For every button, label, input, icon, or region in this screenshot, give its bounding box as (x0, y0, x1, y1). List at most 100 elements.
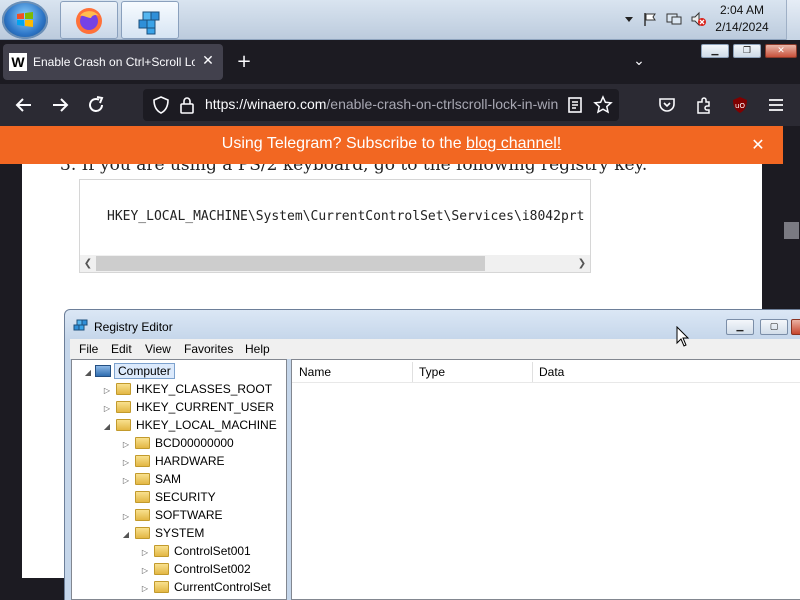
minimize-icon: ▁ (736, 322, 744, 332)
tree-node-label: HKEY_LOCAL_MACHINE (136, 418, 277, 432)
expand-arrow-icon[interactable]: ▷ (140, 580, 150, 598)
column-divider[interactable] (412, 362, 413, 382)
start-button[interactable] (2, 1, 48, 39)
menu-help[interactable]: Help (245, 342, 270, 356)
restore-button[interactable]: ❐ (733, 44, 761, 58)
tree-node-label: ControlSet002 (174, 562, 251, 576)
folder-icon (116, 401, 131, 413)
back-arrow-icon (15, 98, 31, 112)
collapse-arrow-icon[interactable]: ◢ (83, 364, 93, 382)
tree-node[interactable]: ▷ SOFTWARE (121, 506, 223, 524)
regedit-minimize-button[interactable]: ▁ (726, 319, 754, 335)
registry-editor-title: Registry Editor (94, 320, 173, 334)
tree-node[interactable]: ▷ CurrentControlSet (140, 578, 271, 596)
tree-node-label: HKEY_CLASSES_ROOT (136, 382, 273, 396)
tree-node-label: SOFTWARE (155, 508, 223, 522)
notification-text: Using Telegram? Subscribe to the blog ch… (0, 135, 783, 153)
folder-icon (135, 455, 150, 467)
tree-node[interactable]: ◢ HKEY_LOCAL_MACHINE (102, 416, 277, 434)
column-header-name[interactable]: Name (299, 362, 331, 382)
close-icon: ✕ (777, 46, 785, 56)
reader-view-icon[interactable] (565, 95, 585, 115)
restore-icon: ❐ (742, 46, 752, 56)
notification-message: Using Telegram? Subscribe to the (221, 135, 467, 152)
menu-edit[interactable]: Edit (111, 342, 132, 356)
back-button[interactable] (12, 93, 36, 117)
folder-icon (135, 437, 150, 449)
folder-icon (154, 563, 169, 575)
show-desktop-button[interactable] (786, 0, 800, 40)
scroll-right-arrow-icon[interactable]: ❯ (575, 256, 589, 271)
hamburger-menu-icon[interactable] (766, 95, 786, 115)
folder-icon (135, 491, 150, 503)
tree-node[interactable]: ▷ BCD00000000 (121, 434, 234, 452)
menu-favorites[interactable]: Favorites (184, 342, 233, 356)
menu-view[interactable]: View (145, 342, 171, 356)
code-scrollbar-thumb[interactable] (96, 256, 485, 271)
tree-node[interactable]: ▷ HARDWARE (121, 452, 225, 470)
chevron-up-icon[interactable] (621, 11, 637, 27)
folder-icon (154, 545, 169, 557)
page-scrollbar-thumb[interactable] (784, 222, 799, 239)
collapse-arrow-icon[interactable]: ◢ (102, 418, 112, 436)
tree-node[interactable]: ▷ SAM (121, 470, 181, 488)
volume-muted-icon[interactable] (690, 11, 706, 27)
extensions-icon[interactable] (694, 95, 714, 115)
regedit-close-button[interactable] (791, 319, 800, 335)
menu-file[interactable]: File (79, 342, 98, 356)
taskbar-regedit-button[interactable] (121, 1, 179, 39)
regedit-maximize-button[interactable]: ▢ (760, 319, 788, 335)
tree-node[interactable]: ▷ ControlSet002 (140, 560, 251, 578)
clock-time: 2:04 AM (719, 3, 765, 17)
tree-node-label: ControlSet001 (174, 544, 251, 558)
forward-arrow-icon (53, 98, 69, 112)
url-text[interactable]: https://winaero.com/enable-crash-on-ctrl… (205, 96, 560, 114)
tree-node[interactable]: ◢ Computer (83, 362, 175, 380)
taskbar-clock[interactable]: 2:04 AM 2/14/2024 (706, 2, 778, 36)
column-divider[interactable] (532, 362, 533, 382)
regedit-icon (138, 11, 160, 35)
folder-icon (154, 581, 169, 593)
url-host: https://winaero.com (205, 96, 327, 112)
column-header-data[interactable]: Data (539, 362, 564, 382)
tab-list-chevron-icon[interactable]: ⌄ (630, 52, 648, 70)
tree-node[interactable]: SECURITY (121, 488, 216, 506)
pocket-icon[interactable] (657, 95, 677, 115)
mouse-cursor-icon (676, 326, 690, 347)
notification-close-icon[interactable]: ✕ (749, 136, 767, 154)
lock-icon[interactable] (177, 95, 197, 115)
tree-node[interactable]: ▷ ControlSet001 (140, 542, 251, 560)
winaero-favicon-icon: W (9, 53, 27, 71)
registry-path-code[interactable]: HKEY_LOCAL_MACHINE\System\CurrentControl… (107, 209, 591, 227)
tree-node[interactable]: ▷ HKEY_CLASSES_ROOT (102, 380, 272, 398)
regedit-icon (73, 318, 89, 334)
tree-node-label: HKEY_CURRENT_USER (136, 400, 275, 414)
blog-channel-link[interactable]: blog channel! (466, 135, 561, 152)
bookmark-star-icon[interactable] (593, 95, 613, 115)
network-icon[interactable] (666, 11, 682, 27)
folder-icon (135, 473, 150, 485)
minimize-button[interactable]: ▁ (701, 44, 729, 58)
scroll-left-arrow-icon[interactable]: ❮ (81, 256, 95, 271)
close-window-button[interactable]: ✕ (765, 44, 797, 58)
forward-button[interactable] (48, 93, 72, 117)
folder-icon (135, 509, 150, 521)
column-header-type[interactable]: Type (419, 362, 445, 382)
shield-icon[interactable] (151, 95, 171, 115)
ublock-origin-icon[interactable]: uO (730, 95, 750, 115)
flag-icon[interactable] (642, 11, 658, 27)
taskbar-firefox-button[interactable] (60, 1, 118, 39)
tab-title: Enable Crash on Ctrl+Scroll Lock (33, 55, 195, 69)
clock-date: 2/14/2024 (715, 20, 769, 34)
tree-node-label: Computer (114, 363, 175, 379)
collapse-arrow-icon[interactable]: ◢ (121, 526, 131, 544)
reload-button[interactable] (84, 93, 108, 117)
new-tab-button[interactable]: + (234, 51, 254, 73)
registry-values-pane[interactable] (291, 359, 800, 600)
minimize-icon: ▁ (711, 46, 719, 56)
tab-close-icon[interactable]: ✕ (200, 52, 216, 70)
tree-node-label: SECURITY (155, 490, 216, 504)
tree-node[interactable]: ◢ SYSTEM (121, 524, 204, 542)
tree-node-label: SAM (155, 472, 182, 486)
tree-node[interactable]: ▷ HKEY_CURRENT_USER (102, 398, 274, 416)
